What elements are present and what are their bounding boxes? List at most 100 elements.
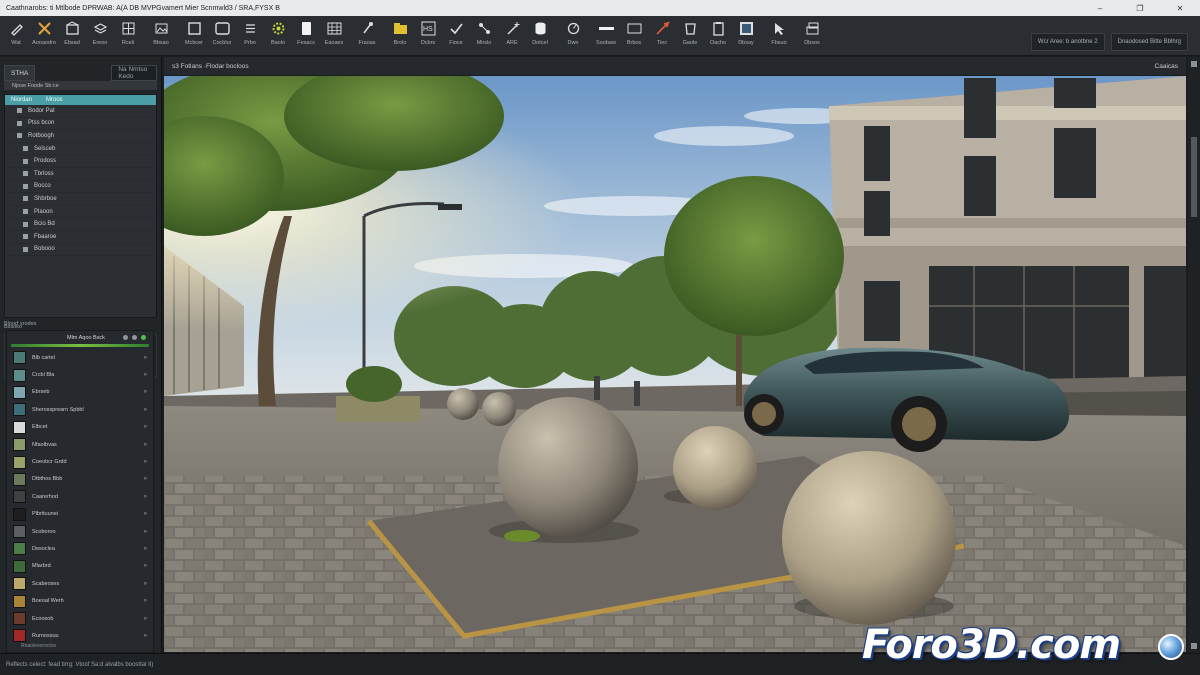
outliner-row[interactable]: Prodoss: [5, 155, 156, 168]
material-list-item[interactable]: Sherossprearn Spbbl »: [7, 401, 153, 418]
outliner-row[interactable]: Bcio Bd: [5, 218, 156, 231]
material-list-item[interactable]: Nfaotbvas »: [7, 436, 153, 453]
material-expand-icon[interactable]: »: [144, 476, 147, 482]
material-list-item[interactable]: Crcbl Bla »: [7, 366, 153, 383]
toolbar-tool-picture-button[interactable]: Dbsay: [732, 16, 760, 56]
dot-icon[interactable]: [122, 335, 128, 340]
workspace-field[interactable]: Wcr Aree: b anotbne 2: [1030, 33, 1105, 51]
material-expand-icon[interactable]: »: [144, 424, 147, 430]
toolbar-tool-cup-button[interactable]: Gaole: [676, 16, 704, 56]
toolbar-tool-image-button[interactable]: Bbsao: [142, 16, 180, 56]
outliner-row[interactable]: Selsceb: [5, 143, 156, 156]
toolbar-tool-panel-button[interactable]: Brbos: [620, 16, 648, 56]
toolbar-tool-hts-button[interactable]: HS Dcbrs: [414, 16, 442, 56]
active-dot-icon[interactable]: [140, 335, 146, 340]
outliner-row[interactable]: Tbrloss: [5, 168, 156, 181]
dot-icon[interactable]: [131, 335, 137, 340]
material-list-item[interactable]: Scoboroo »: [7, 523, 153, 540]
visibility-toggle-icon[interactable]: [23, 221, 28, 227]
material-expand-icon[interactable]: »: [144, 407, 147, 413]
visibility-toggle-icon[interactable]: [23, 234, 28, 240]
material-list-item[interactable]: Caarerhod »: [7, 488, 153, 505]
vertical-scrollbar[interactable]: [1188, 57, 1200, 653]
scroll-up-icon[interactable]: [1191, 61, 1197, 67]
outliner-row[interactable]: Rotboogh: [5, 130, 156, 143]
outliner-selected-row[interactable]: Niordan Mroos: [5, 95, 156, 105]
material-list-item[interactable]: Elbcet »: [7, 419, 153, 436]
minimize-button[interactable]: –: [1080, 0, 1120, 16]
material-expand-icon[interactable]: »: [144, 633, 147, 639]
toolbar-tool-brush-button[interactable]: Fraoas: [348, 16, 386, 56]
toolbar-tool-cylinder-button[interactable]: Dotcel: [526, 16, 554, 56]
toolbar-tool-arrow-button[interactable]: Tiec: [648, 16, 676, 56]
close-button[interactable]: ✕: [1160, 0, 1200, 16]
scrollbar-thumb[interactable]: [1191, 137, 1197, 217]
material-list-item[interactable]: Ebrseb »: [7, 384, 153, 401]
toolbar-tool-pencil-button[interactable]: Wat: [2, 16, 30, 56]
outliner-row[interactable]: Fbaaroe: [5, 231, 156, 244]
material-list-item[interactable]: Desoclea »: [7, 540, 153, 557]
viewport-camera-label[interactable]: Caaicas: [1155, 63, 1186, 70]
visibility-toggle-icon[interactable]: [23, 171, 28, 177]
scroll-down-icon[interactable]: [1191, 643, 1197, 649]
material-list-item[interactable]: Scabeoses »: [7, 575, 153, 592]
toolbar-tool-check-button[interactable]: Fioce: [442, 16, 470, 56]
toolbar-tool-table-button[interactable]: Eaoaes: [320, 16, 348, 56]
material-expand-icon[interactable]: »: [144, 563, 147, 569]
toolbar-tool-clipboard-button[interactable]: Oacho: [704, 16, 732, 56]
toolbar-tool-layers-button[interactable]: Ereoo: [86, 16, 114, 56]
outliner-row[interactable]: Plaoon: [5, 206, 156, 219]
material-expand-icon[interactable]: »: [144, 494, 147, 500]
toolbar-tool-gear-button[interactable]: Baolo: [264, 16, 292, 56]
outliner-row[interactable]: Bobooo: [5, 244, 156, 257]
maximize-button[interactable]: ❐: [1120, 0, 1160, 16]
toolbar-tool-line-button[interactable]: Soobaw: [592, 16, 620, 56]
toolbar-tool-cursor-button[interactable]: Fbsuo: [760, 16, 798, 56]
outliner-row[interactable]: Bocco: [5, 181, 156, 194]
material-expand-icon[interactable]: »: [144, 616, 147, 622]
material-list-item[interactable]: Ecoosob »: [7, 610, 153, 627]
visibility-toggle-icon[interactable]: [17, 133, 22, 139]
toolbar-tool-document-button[interactable]: Fesacs: [292, 16, 320, 56]
tab-scene[interactable]: STHA: [4, 65, 36, 81]
material-expand-icon[interactable]: »: [144, 372, 147, 378]
outliner-row[interactable]: Shbrboe: [5, 193, 156, 206]
material-list-item[interactable]: Coeobcr Grdd »: [7, 453, 153, 470]
toolbar-tool-folder-button[interactable]: Brolo: [386, 16, 414, 56]
material-list-item[interactable]: Mlarbrd »: [7, 558, 153, 575]
material-list-item[interactable]: Dtbthos Bbb »: [7, 471, 153, 488]
toolbar-tool-stack-button[interactable]: Dbsos: [798, 16, 826, 56]
toolbar-tool-grid-button[interactable]: Rceli: [114, 16, 142, 56]
material-list-item[interactable]: Blb cartel »: [7, 349, 153, 366]
material-expand-icon[interactable]: »: [144, 581, 147, 587]
toolbar-tool-dial-button[interactable]: Dwn: [554, 16, 592, 56]
toolbar-tool-box-button[interactable]: Ebsad: [58, 16, 86, 56]
material-expand-icon[interactable]: »: [144, 511, 147, 517]
toolbar-tool-list-button[interactable]: Prbo: [236, 16, 264, 56]
material-list-item[interactable]: Plbrituunei »: [7, 506, 153, 523]
visibility-toggle-icon[interactable]: [17, 108, 22, 114]
material-list-item[interactable]: Boeoal Werh »: [7, 592, 153, 609]
toolbar-tool-cross-tool-button[interactable]: Aooaodro: [30, 16, 58, 56]
visibility-toggle-icon[interactable]: [23, 246, 28, 252]
toolbar-tool-node-button[interactable]: Mirslo: [470, 16, 498, 56]
visibility-toggle-icon[interactable]: [23, 146, 28, 152]
outliner-row[interactable]: Ptss bcon: [5, 118, 156, 131]
visibility-toggle-icon[interactable]: [23, 209, 28, 215]
material-expand-icon[interactable]: »: [144, 389, 147, 395]
toolbar-tool-square-button[interactable]: Cocblur: [208, 16, 236, 56]
visibility-toggle-icon[interactable]: [23, 183, 28, 189]
toolbar-tool-frame-button[interactable]: Mcbcer: [180, 16, 208, 56]
render-viewport[interactable]: [164, 76, 1186, 652]
material-expand-icon[interactable]: »: [144, 546, 147, 552]
visibility-toggle-icon[interactable]: [17, 120, 22, 126]
render-mode-field[interactable]: Dnaodosed Bitte Bblhrg: [1110, 33, 1188, 51]
material-expand-icon[interactable]: »: [144, 529, 147, 535]
visibility-toggle-icon[interactable]: [23, 196, 28, 202]
tab-nodes[interactable]: Na Nmtso Kedo: [111, 65, 157, 81]
material-expand-icon[interactable]: »: [144, 598, 147, 604]
toolbar-tool-wand-button[interactable]: ARE: [498, 16, 526, 56]
material-expand-icon[interactable]: »: [144, 459, 147, 465]
material-expand-icon[interactable]: »: [144, 355, 147, 361]
material-expand-icon[interactable]: »: [144, 442, 147, 448]
